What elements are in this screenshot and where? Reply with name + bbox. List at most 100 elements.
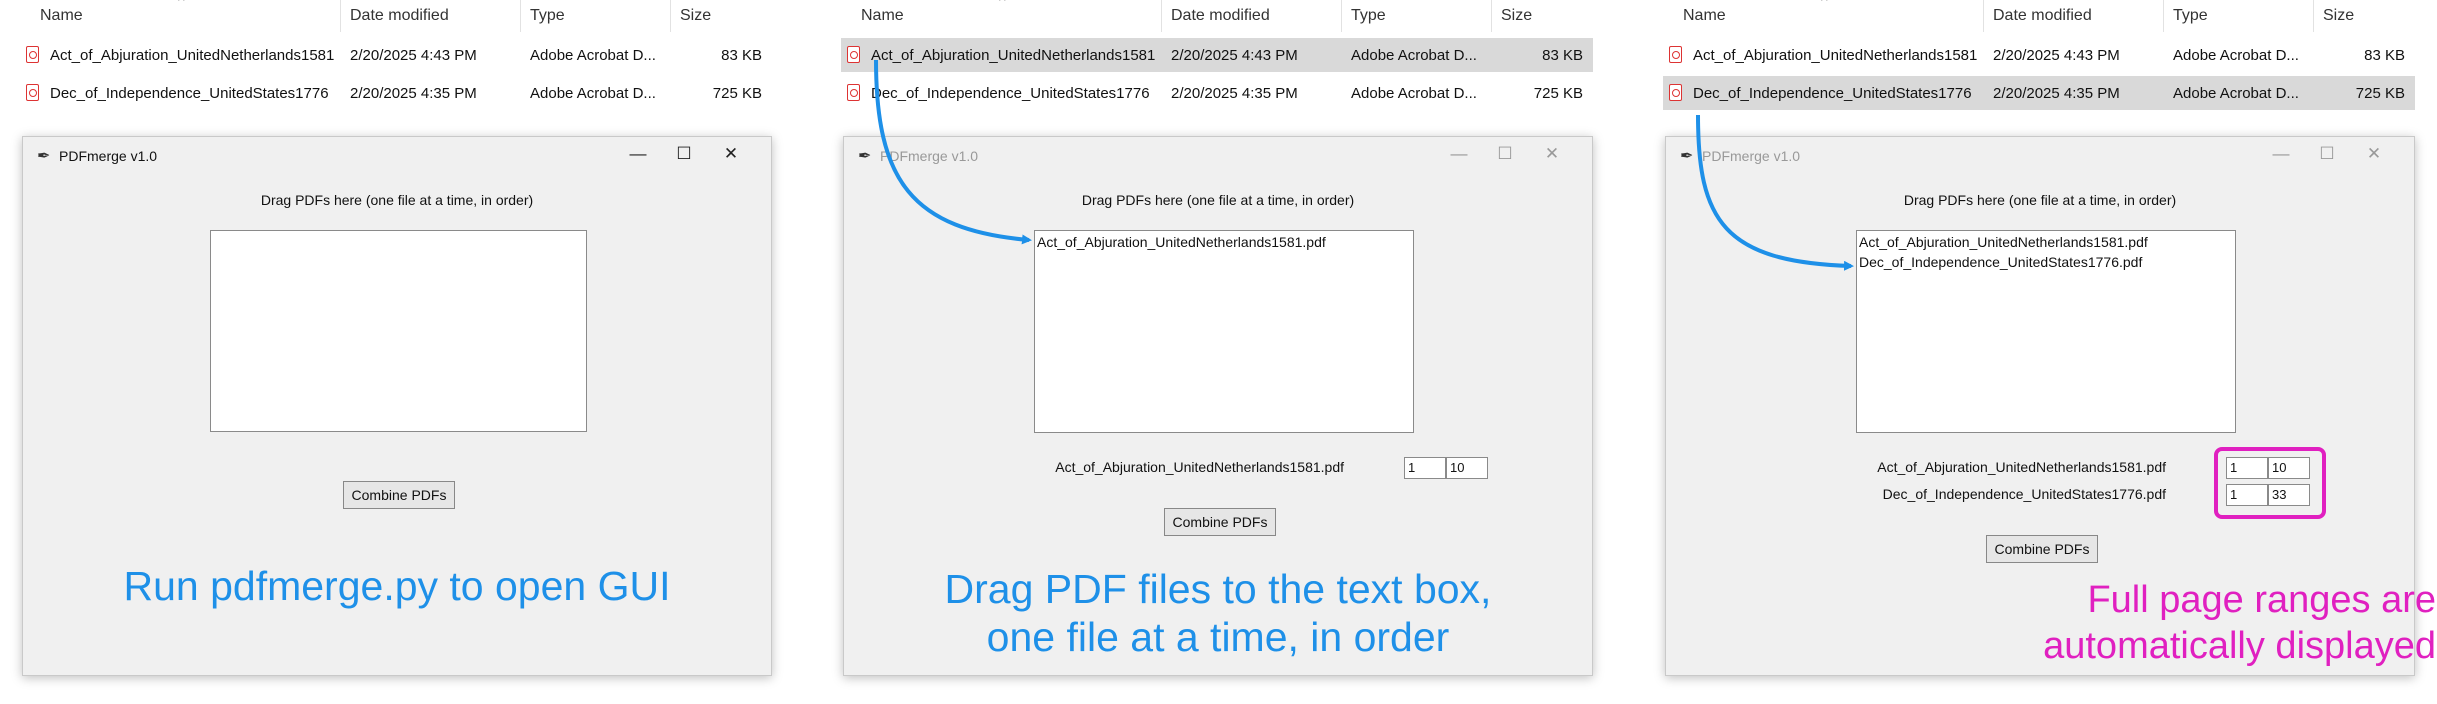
header-size[interactable]: Size (2323, 7, 2354, 25)
range-file-label: Act_of_Abjuration_UnitedNetherlands1581.… (1055, 459, 1344, 475)
file-name: Act_of_Abjuration_UnitedNetherlands1581 (50, 47, 335, 64)
file-row[interactable]: Act_of_Abjuration_UnitedNetherlands1581 … (20, 38, 772, 72)
listbox-item[interactable]: Act_of_Abjuration_UnitedNetherlands1581.… (1037, 234, 1326, 250)
close-button[interactable]: ✕ (1537, 144, 1567, 164)
minimize-button[interactable]: — (2266, 144, 2296, 164)
file-date: 2/20/2025 4:35 PM (1993, 85, 2120, 102)
combine-pdfs-button[interactable]: Combine PDFs (343, 481, 455, 509)
listbox-item[interactable]: Dec_of_Independence_UnitedStates1776.pdf (1859, 254, 2142, 270)
caption-line-1: Drag PDF files to the text box, (944, 566, 1492, 612)
file-name: Act_of_Abjuration_UnitedNetherlands1581 (1693, 47, 1978, 64)
file-type: Adobe Acrobat D... (2173, 47, 2299, 64)
pdf-file-icon (847, 46, 860, 63)
minimize-button[interactable]: — (623, 144, 653, 164)
drop-listbox[interactable]: Act_of_Abjuration_UnitedNetherlands1581.… (1856, 230, 2236, 433)
caption: Run pdfmerge.py to open GUI (123, 563, 671, 609)
header-name[interactable]: Name (861, 7, 904, 25)
file-date: 2/20/2025 4:43 PM (1171, 47, 1298, 64)
header-date[interactable]: Date modified (1993, 7, 2092, 25)
file-row-selected[interactable]: Dec_of_Independence_UnitedStates1776 2/2… (1663, 76, 2415, 110)
feather-icon: ✒ (1680, 148, 1694, 165)
drop-instruction: Drag PDFs here (one file at a time, in o… (1081, 192, 1355, 208)
file-name: Dec_of_Independence_UnitedStates1776 (50, 85, 329, 102)
combine-pdfs-button[interactable]: Combine PDFs (1164, 508, 1276, 536)
window-title: PDFmerge v1.0 (880, 148, 979, 164)
window-title: PDFmerge v1.0 (1702, 148, 1801, 164)
title-bar[interactable]: ✒ PDFmerge v1.0 — ☐ ✕ (1666, 137, 2414, 175)
caption-line-2: one file at a time, in order (986, 614, 1450, 660)
file-size: 725 KB (712, 85, 762, 102)
sort-caret-icon: ^ (1821, 0, 1828, 8)
drop-listbox[interactable]: Act_of_Abjuration_UnitedNetherlands1581.… (1034, 230, 1414, 433)
title-bar[interactable]: ✒ PDFmerge v1.0 — ☐ ✕ (23, 137, 771, 175)
pdf-file-icon (1669, 46, 1682, 63)
file-date: 2/20/2025 4:43 PM (1993, 47, 2120, 64)
file-size: 83 KB (2364, 47, 2405, 64)
file-type: Adobe Acrobat D... (530, 85, 656, 102)
column-divider[interactable] (520, 0, 521, 32)
title-bar[interactable]: ✒ PDFmerge v1.0 — ☐ ✕ (844, 137, 1592, 175)
combine-pdfs-button[interactable]: Combine PDFs (1986, 535, 2098, 563)
listbox-item[interactable]: Act_of_Abjuration_UnitedNetherlands1581.… (1859, 234, 2148, 250)
file-row[interactable]: Act_of_Abjuration_UnitedNetherlands1581 … (1663, 38, 2415, 72)
column-divider[interactable] (1161, 0, 1162, 32)
drop-instruction: Drag PDFs here (one file at a time, in o… (260, 192, 534, 208)
column-divider[interactable] (670, 0, 671, 32)
file-row[interactable]: Dec_of_Independence_UnitedStates1776 2/2… (20, 76, 772, 110)
header-size[interactable]: Size (1501, 7, 1532, 25)
drop-listbox[interactable] (210, 230, 587, 432)
header-type[interactable]: Type (2173, 7, 2208, 25)
column-divider[interactable] (1491, 0, 1492, 32)
caption-line-1: Full page ranges are (2087, 579, 2436, 621)
minimize-button[interactable]: — (1444, 144, 1474, 164)
file-date: 2/20/2025 4:35 PM (350, 85, 477, 102)
feather-icon: ✒ (858, 148, 872, 165)
maximize-button[interactable]: ☐ (1490, 144, 1520, 164)
file-date: 2/20/2025 4:35 PM (1171, 85, 1298, 102)
file-row-selected[interactable]: Act_of_Abjuration_UnitedNetherlands1581 … (841, 38, 1593, 72)
file-type: Adobe Acrobat D... (2173, 85, 2299, 102)
end-page-field[interactable]: 10 (1446, 457, 1488, 479)
column-divider[interactable] (1341, 0, 1342, 32)
file-explorer: ^ Name Date modified Type Size Act_of_Ab… (0, 0, 795, 135)
panel-step-1: ^ Name Date modified Type Size Act_of_Ab… (0, 0, 795, 704)
pdf-file-icon (1669, 84, 1682, 101)
file-type: Adobe Acrobat D... (1351, 85, 1477, 102)
file-size: 725 KB (1533, 85, 1583, 102)
highlight-box (2214, 447, 2326, 519)
caption: Drag PDF files to the text box, one file… (844, 565, 1592, 661)
file-type: Adobe Acrobat D... (1351, 47, 1477, 64)
pdf-file-icon (26, 84, 39, 101)
window-title: PDFmerge v1.0 (59, 148, 158, 164)
header-date[interactable]: Date modified (1171, 7, 1270, 25)
column-divider[interactable] (340, 0, 341, 32)
column-divider[interactable] (2163, 0, 2164, 32)
column-divider[interactable] (2313, 0, 2314, 32)
close-button[interactable]: ✕ (2359, 144, 2389, 164)
header-type[interactable]: Type (1351, 7, 1386, 25)
header-type[interactable]: Type (530, 7, 565, 25)
file-explorer: ^ Name Date modified Type Size Act_of_Ab… (821, 0, 1616, 135)
sort-caret-icon: ^ (178, 0, 185, 8)
caption-line-2: automatically displayed (2043, 625, 2436, 667)
start-page-field[interactable]: 1 (1404, 457, 1446, 479)
header-size[interactable]: Size (680, 7, 711, 25)
close-button[interactable]: ✕ (716, 144, 746, 164)
maximize-button[interactable]: ☐ (2312, 144, 2342, 164)
file-explorer: ^ Name Date modified Type Size Act_of_Ab… (1643, 0, 2437, 135)
file-name: Dec_of_Independence_UnitedStates1776 (871, 85, 1150, 102)
sort-caret-icon: ^ (999, 0, 1006, 8)
column-divider[interactable] (1983, 0, 1984, 32)
panel-step-2: ^ Name Date modified Type Size Act_of_Ab… (821, 0, 1616, 704)
pdfmerge-window: ✒ PDFmerge v1.0 — ☐ ✕ Drag PDFs here (on… (22, 136, 772, 676)
file-row[interactable]: Dec_of_Independence_UnitedStates1776 2/2… (841, 76, 1593, 110)
header-name[interactable]: Name (1683, 7, 1726, 25)
file-name: Dec_of_Independence_UnitedStates1776 (1693, 85, 1972, 102)
file-size: 83 KB (1542, 47, 1583, 64)
panel-step-3: ^ Name Date modified Type Size Act_of_Ab… (1643, 0, 2437, 704)
maximize-button[interactable]: ☐ (669, 144, 699, 164)
header-name[interactable]: Name (40, 7, 83, 25)
column-headers: ^ Name Date modified Type Size (1643, 0, 2437, 32)
file-type: Adobe Acrobat D... (530, 47, 656, 64)
header-date[interactable]: Date modified (350, 7, 449, 25)
